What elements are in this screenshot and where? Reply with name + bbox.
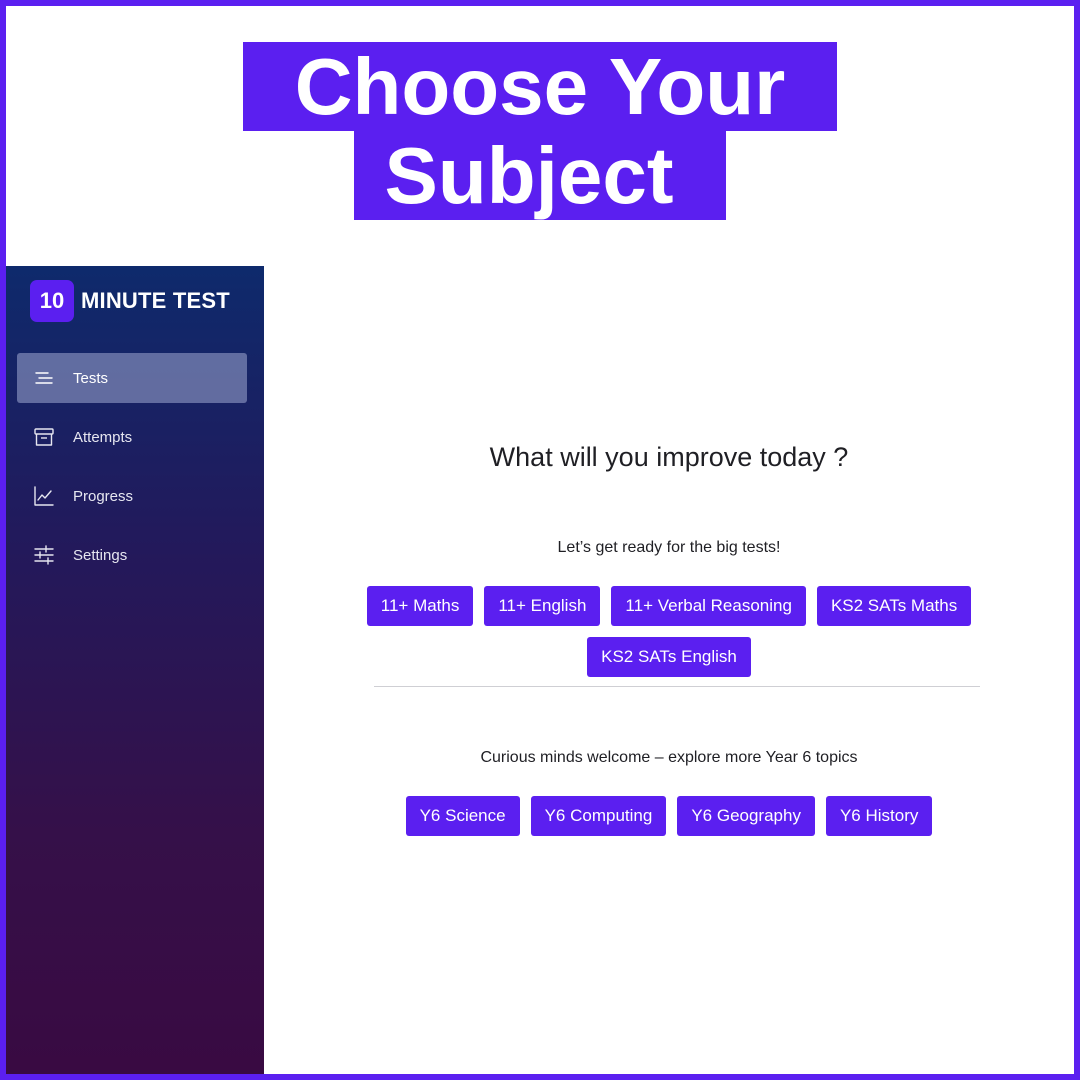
section-subtitle-exams: Let’s get ready for the big tests! (557, 539, 781, 556)
sliders-icon (33, 544, 55, 566)
page-title: What will you improve today ? (489, 442, 849, 472)
sidebar-item-label: Progress (73, 487, 134, 505)
main-content: What will you improve today ? Let’s get … (264, 266, 1074, 1074)
section-subtitle-year6: Curious minds welcome – explore more Yea… (480, 749, 858, 766)
sidebar-item-tests[interactable]: Tests (17, 353, 247, 403)
sidebar-item-label: Tests (73, 369, 109, 387)
brand-name: MINUTE TEST (81, 288, 230, 313)
subject-button-ks2-sats-maths[interactable]: KS2 SATs Maths (816, 586, 972, 626)
headline-line-1: Choose Your (242, 42, 838, 131)
sidebar: 10 MINUTE TEST Tests Attempts Progress S… (6, 266, 264, 1074)
subject-button-11-plus-verbal-reasoning[interactable]: 11+ Verbal Reasoning (611, 586, 806, 626)
exam-subject-list: 11+ Maths 11+ English 11+ Verbal Reasoni… (364, 586, 974, 677)
subject-button-y6-history[interactable]: Y6 History (825, 796, 933, 836)
subject-button-ks2-sats-english[interactable]: KS2 SATs English (587, 637, 751, 677)
subject-button-y6-geography[interactable]: Y6 Geography (677, 796, 815, 836)
chart-line-icon (33, 485, 55, 507)
archive-icon (33, 426, 55, 448)
sidebar-item-progress[interactable]: Progress (17, 471, 247, 521)
sidebar-item-settings[interactable]: Settings (17, 530, 247, 580)
section-divider (374, 686, 980, 687)
brand-badge: 10 (30, 280, 74, 322)
sidebar-nav: Tests Attempts Progress Settings (17, 353, 247, 589)
list-icon (33, 367, 55, 389)
sidebar-item-label: Attempts (73, 428, 133, 446)
subject-button-11-plus-english[interactable]: 11+ English (484, 586, 601, 626)
brand-logo[interactable]: 10 MINUTE TEST (30, 280, 230, 322)
year6-subject-list: Y6 Science Y6 Computing Y6 Geography Y6 … (364, 796, 974, 836)
sidebar-item-label: Settings (73, 546, 128, 564)
subject-button-11-plus-maths[interactable]: 11+ Maths (366, 586, 474, 626)
subject-button-y6-computing[interactable]: Y6 Computing (530, 796, 667, 836)
subject-button-y6-science[interactable]: Y6 Science (405, 796, 520, 836)
sidebar-item-attempts[interactable]: Attempts (17, 412, 247, 462)
headline-line-2: Subject (354, 131, 726, 220)
promo-headline: Choose Your Subject (0, 42, 1080, 220)
